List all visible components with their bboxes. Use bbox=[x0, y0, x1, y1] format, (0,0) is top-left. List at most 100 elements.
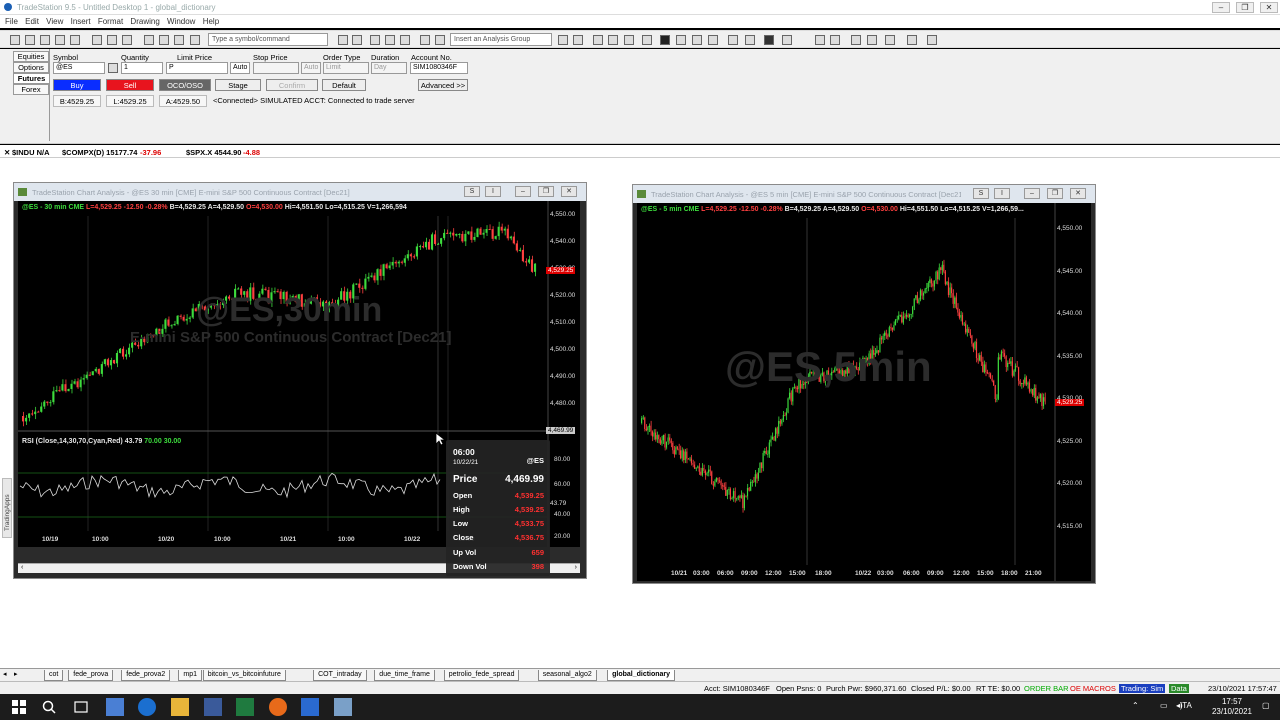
tab-futures[interactable]: Futures bbox=[13, 73, 49, 84]
lock-open-icon[interactable] bbox=[159, 35, 169, 45]
lock-icon[interactable] bbox=[144, 35, 154, 45]
sheet-tab-fede-prova[interactable]: fede_prova bbox=[68, 670, 114, 681]
chart-close-button[interactable]: ✕ bbox=[1070, 188, 1086, 199]
stop-price-field[interactable] bbox=[253, 62, 299, 74]
sync-icon[interactable] bbox=[338, 35, 348, 45]
sheet-tab-cot[interactable]: cot bbox=[44, 670, 64, 681]
account-select[interactable]: SIM1080346F bbox=[410, 62, 468, 74]
menu-drawing[interactable]: Drawing bbox=[125, 15, 159, 26]
scanner-icon[interactable] bbox=[642, 35, 652, 45]
command-input[interactable]: Type a symbol/command bbox=[208, 33, 328, 46]
tray-people-icon[interactable]: ⌃ bbox=[1132, 701, 1139, 710]
window-icon[interactable] bbox=[927, 35, 937, 45]
minimize-button[interactable]: – bbox=[1212, 2, 1230, 13]
chart-interval-link-button[interactable]: I bbox=[994, 188, 1010, 199]
pointer-icon[interactable] bbox=[851, 35, 861, 45]
notes-icon[interactable] bbox=[334, 698, 352, 716]
zoom-icon[interactable] bbox=[593, 35, 603, 45]
zoom-in-icon[interactable] bbox=[815, 35, 825, 45]
link-icon[interactable] bbox=[174, 35, 184, 45]
grid-icon[interactable] bbox=[190, 35, 200, 45]
excel-icon[interactable] bbox=[236, 698, 254, 716]
copy-icon[interactable] bbox=[107, 35, 117, 45]
strategy-icon[interactable] bbox=[435, 35, 445, 45]
store-icon[interactable] bbox=[106, 698, 124, 716]
tradingapps-panel[interactable]: TradingApps bbox=[2, 478, 12, 538]
radar-icon[interactable] bbox=[624, 35, 634, 45]
chart-minimize-button[interactable]: – bbox=[1024, 188, 1040, 199]
status-oe-macros[interactable]: OE MACROS bbox=[1070, 684, 1116, 693]
chart-maximize-button[interactable]: ❐ bbox=[1047, 188, 1063, 199]
menu-edit[interactable]: Edit bbox=[20, 15, 39, 26]
scroll-left-icon[interactable]: ‹ bbox=[21, 564, 23, 571]
confirm-button[interactable]: Confirm bbox=[266, 79, 318, 91]
chart-plot-area[interactable]: @ES,5min @ES - 5 min CME L=4,529.25 -12.… bbox=[637, 203, 1091, 581]
new-icon[interactable] bbox=[10, 35, 20, 45]
maximize-button[interactable]: ❐ bbox=[1236, 2, 1254, 13]
trendline-icon[interactable] bbox=[867, 35, 877, 45]
duration-select[interactable]: Day bbox=[371, 62, 407, 74]
data-icon[interactable] bbox=[764, 35, 774, 45]
app-icon[interactable] bbox=[204, 698, 222, 716]
table-icon[interactable] bbox=[400, 35, 410, 45]
oco-oso-button[interactable]: OCO/OSO bbox=[159, 79, 211, 91]
scroll-right-icon[interactable]: › bbox=[575, 564, 577, 571]
positions-icon[interactable] bbox=[708, 35, 718, 45]
analysis-group-select[interactable]: Insert an Analysis Group bbox=[450, 33, 552, 46]
windows-start-icon[interactable] bbox=[10, 698, 28, 716]
chart-maximize-button[interactable]: ❐ bbox=[538, 186, 554, 197]
default-button[interactable]: Default bbox=[322, 79, 366, 91]
status-order-bar[interactable]: ORDER BAR bbox=[1024, 684, 1069, 693]
open-icon[interactable] bbox=[25, 35, 35, 45]
portfolio-icon[interactable] bbox=[660, 35, 670, 45]
sheet-tab-bitcoin-vs-bitcoinfuture[interactable]: bitcoin_vs_bitcoinfuture bbox=[202, 670, 286, 681]
sheet-tab-petrolio-fede-spread[interactable]: petrolio_fede_spread bbox=[443, 670, 520, 681]
sell-button[interactable]: Sell bbox=[106, 79, 154, 91]
chart-interval-link-button[interactable]: I bbox=[485, 186, 501, 197]
menu-window[interactable]: Window bbox=[162, 15, 195, 26]
menu-file[interactable]: File bbox=[0, 15, 18, 26]
sheet-tab-seasonal-algo2[interactable]: seasonal_algo2 bbox=[537, 670, 597, 681]
zoom-out-icon[interactable] bbox=[830, 35, 840, 45]
symbol-field[interactable]: @ES bbox=[53, 62, 105, 74]
chart-symbol-link-button[interactable]: S bbox=[464, 186, 480, 197]
menu-insert[interactable]: Insert bbox=[66, 15, 91, 26]
tray-network-icon[interactable]: ▭ bbox=[1160, 701, 1168, 710]
chart-symbol-link-button[interactable]: S bbox=[973, 188, 989, 199]
sheet-tab-due-time-frame[interactable]: due_time_frame bbox=[374, 670, 435, 681]
advanced-button[interactable]: Advanced >> bbox=[418, 79, 468, 91]
cut-icon[interactable] bbox=[70, 35, 80, 45]
save-icon[interactable] bbox=[40, 35, 50, 45]
quantity-stepper[interactable]: 1 bbox=[121, 62, 163, 74]
tabs-right-icon[interactable]: ▸ bbox=[14, 670, 18, 678]
paste-icon[interactable] bbox=[122, 35, 132, 45]
stop-auto-button[interactable]: Auto bbox=[301, 62, 321, 74]
menu-format[interactable]: Format bbox=[93, 15, 123, 26]
edge-icon[interactable] bbox=[138, 698, 156, 716]
menu-view[interactable]: View bbox=[41, 15, 63, 26]
close-button[interactable]: ✕ bbox=[1260, 2, 1278, 13]
buy-button[interactable]: Buy bbox=[53, 79, 101, 91]
tab-options[interactable]: Options bbox=[13, 62, 49, 73]
tab-equities[interactable]: Equities bbox=[13, 51, 49, 62]
orders-icon[interactable] bbox=[692, 35, 702, 45]
tab-forex[interactable]: Forex bbox=[13, 84, 49, 95]
bar-chart-icon[interactable] bbox=[558, 35, 568, 45]
indicator-icon[interactable] bbox=[420, 35, 430, 45]
chart-window-5min[interactable]: TradeStation Chart Analysis - @ES 5 min … bbox=[632, 184, 1096, 584]
chart-minimize-button[interactable]: – bbox=[515, 186, 531, 197]
layout2-icon[interactable] bbox=[385, 35, 395, 45]
order-type-select[interactable]: Limit bbox=[323, 62, 369, 74]
chart-icon[interactable] bbox=[55, 35, 65, 45]
sheet-tab-mp1[interactable]: mp1 bbox=[178, 670, 203, 681]
sheet-tab-fede-prova2[interactable]: fede_prova2 bbox=[121, 670, 171, 681]
tradestation-taskbar-icon[interactable] bbox=[301, 698, 319, 716]
drawing-icon[interactable] bbox=[745, 35, 755, 45]
cursor-icon[interactable] bbox=[352, 35, 362, 45]
sheet-tab-cot-intraday[interactable]: COT_intraday bbox=[313, 670, 367, 681]
task-view-icon[interactable] bbox=[72, 698, 90, 716]
tray-lang[interactable]: ITA bbox=[1180, 701, 1192, 710]
limit-auto-button[interactable]: Auto bbox=[230, 62, 250, 74]
notifications-icon[interactable]: ▢ bbox=[1262, 701, 1270, 710]
file-explorer-icon[interactable] bbox=[171, 698, 189, 716]
